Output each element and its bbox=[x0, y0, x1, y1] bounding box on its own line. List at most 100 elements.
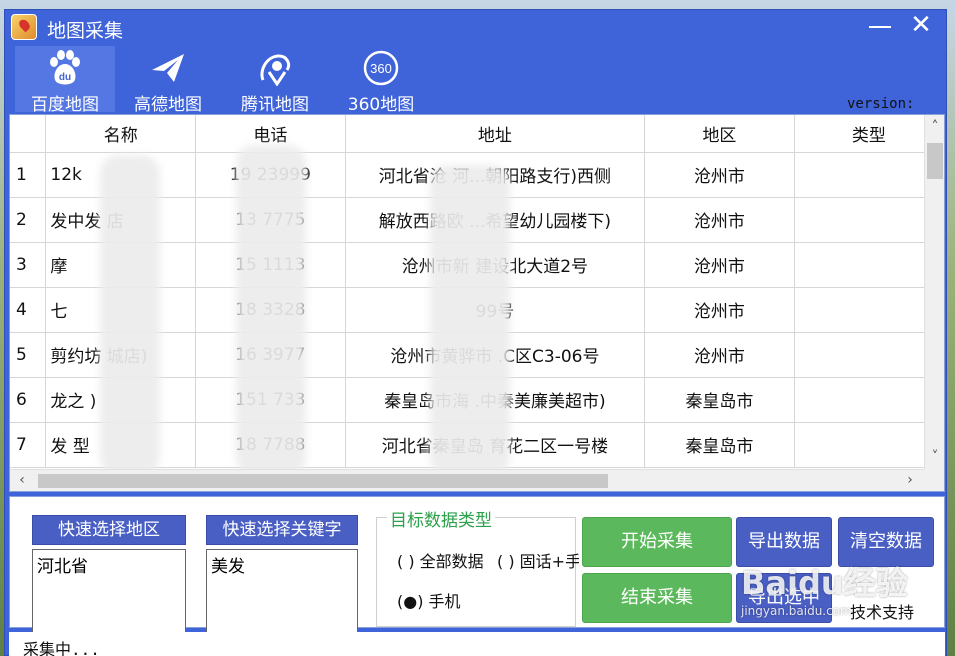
cell-name[interactable]: 龙之 ) bbox=[45, 377, 197, 423]
keyword-listbox[interactable]: 美发 bbox=[206, 549, 358, 637]
cell-type[interactable] bbox=[794, 197, 944, 243]
cell-address[interactable]: 秦皇岛市海 .中秦美廉美超市) bbox=[345, 377, 646, 423]
row-number[interactable]: 5 bbox=[10, 332, 47, 378]
cell-address[interactable]: 解放西路欧 ...希望幼儿园楼下) bbox=[345, 197, 646, 243]
minimize-button[interactable] bbox=[865, 14, 893, 38]
row-number[interactable]: 4 bbox=[10, 287, 47, 333]
results-grid[interactable]: 名称 电话 地址 地区 类型 1 12k 19 23999 河北省沧 河...朝阳路支… bbox=[9, 114, 945, 492]
stop-collect-button[interactable]: 结束采集 bbox=[582, 573, 732, 623]
tab-label: 百度地图 bbox=[31, 95, 99, 115]
cell-address[interactable]: 99号 bbox=[345, 287, 646, 333]
scrollbar-corner bbox=[924, 469, 944, 491]
horizontal-scrollbar[interactable]: ‹ › bbox=[10, 469, 926, 491]
cell-address[interactable]: 沧州市黄骅市 .C区C3-06号 bbox=[345, 332, 646, 378]
column-header-region[interactable]: 地区 bbox=[644, 115, 795, 153]
start-collect-button[interactable]: 开始采集 bbox=[582, 517, 732, 567]
table-row[interactable]: 7发 型 18 7788 河北省秦皇岛 育花二区一号楼 秦皇岛市 bbox=[10, 422, 944, 468]
table-row[interactable]: 4 七 18 3328 99号 沧州市 bbox=[10, 287, 944, 333]
cell-region[interactable]: 秦皇岛市 bbox=[644, 422, 795, 468]
title-bar[interactable]: 地图采集 ✕ bbox=[5, 10, 946, 46]
scroll-up-icon[interactable]: ˄ bbox=[925, 119, 944, 135]
row-number[interactable]: 3 bbox=[10, 242, 47, 288]
data-type-groupbox: 目标数据类型 ( ) 全部数据 ( ) 固话+手 (●) 手机 bbox=[376, 506, 579, 627]
tab-360-map[interactable]: 360 360地图 bbox=[331, 46, 431, 115]
table-row[interactable]: 5 剪约坊 城店) 16 3977 沧州市黄骅市 .C区C3-06号 沧州市 bbox=[10, 332, 944, 378]
control-panel: 快速选择地区 河北省 快速选择关键字 美发 目标数据类型 ( ) 全部数据 ( … bbox=[9, 496, 945, 637]
cell-type[interactable] bbox=[794, 152, 944, 198]
cell-region[interactable]: 秦皇岛市 bbox=[644, 377, 795, 423]
cell-name[interactable]: 剪约坊 城店) bbox=[45, 332, 197, 378]
cell-address[interactable]: 沧州市新 建设北大道2号 bbox=[345, 242, 646, 288]
vertical-scroll-thumb[interactable] bbox=[927, 143, 943, 179]
export-selected-button[interactable]: 导出选中 bbox=[736, 573, 832, 623]
status-bar: 采集中... bbox=[9, 632, 945, 656]
table-row[interactable]: 2 发中发 店 13 7775 解放西路欧 ...希望幼儿园楼下) 沧州市 bbox=[10, 197, 944, 243]
tab-tencent-map[interactable]: 腾讯地图 bbox=[225, 46, 325, 115]
radio-mobile-label: 手机 bbox=[428, 592, 461, 611]
close-button[interactable]: ✕ bbox=[907, 12, 935, 38]
tencent-pin-icon bbox=[260, 54, 291, 86]
cell-phone[interactable]: 151 733 bbox=[195, 377, 346, 423]
radio-landline-mobile[interactable]: ( ) 固话+手 bbox=[497, 548, 579, 572]
scroll-right-icon[interactable]: › bbox=[900, 472, 920, 488]
quick-select-keyword-button[interactable]: 快速选择关键字 bbox=[206, 515, 358, 545]
cell-address[interactable]: 河北省秦皇岛 育花二区一号楼 bbox=[345, 422, 646, 468]
tab-gaode-map[interactable]: 高德地图 bbox=[118, 46, 218, 115]
row-number[interactable]: 2 bbox=[10, 197, 47, 243]
radio-mobile-only[interactable]: (●) 手机 bbox=[397, 588, 517, 612]
results-table: 名称 电话 地址 地区 类型 1 12k 19 23999 河北省沧 河...朝阳路支… bbox=[10, 115, 944, 468]
360-text: 360 bbox=[370, 61, 392, 76]
vertical-scrollbar[interactable]: ˄ ˅ bbox=[924, 115, 944, 470]
corner-header bbox=[10, 115, 47, 153]
360-circle-icon: 360 bbox=[363, 50, 399, 86]
cell-address[interactable]: 河北省沧 河...朝阳路支行)西侧 bbox=[345, 152, 646, 198]
cell-name[interactable]: 摩 bbox=[45, 242, 197, 288]
cell-type[interactable] bbox=[794, 377, 944, 423]
row-number[interactable]: 6 bbox=[10, 377, 47, 423]
row-number[interactable]: 1 bbox=[10, 152, 47, 198]
scroll-down-icon[interactable]: ˅ bbox=[925, 449, 944, 465]
horizontal-scroll-thumb[interactable] bbox=[38, 474, 608, 488]
cell-name[interactable]: 发 型 bbox=[45, 422, 197, 468]
paper-plane-icon bbox=[152, 54, 184, 82]
table-row[interactable]: 3 摩 15 1113 沧州市新 建设北大道2号 沧州市 bbox=[10, 242, 944, 288]
cell-region[interactable]: 沧州市 bbox=[644, 287, 795, 333]
radio-all-data[interactable]: ( ) 全部数据 bbox=[397, 548, 507, 572]
cell-region[interactable]: 沧州市 bbox=[644, 332, 795, 378]
cell-region[interactable]: 沧州市 bbox=[644, 242, 795, 288]
cell-type[interactable] bbox=[794, 332, 944, 378]
cell-phone[interactable]: 19 23999 bbox=[195, 152, 346, 198]
column-header-name[interactable]: 名称 bbox=[45, 115, 197, 153]
app-window: 地图采集 ✕ du 百度地图 高德地图 腾讯地图 360 360地图 versi… bbox=[4, 9, 947, 656]
list-item[interactable]: 美发 bbox=[211, 552, 353, 577]
baidu-paw-icon: du bbox=[50, 50, 80, 85]
scroll-left-icon[interactable]: ‹ bbox=[12, 472, 32, 488]
table-row[interactable]: 6 龙之 ) 151 733 秦皇岛市海 .中秦美廉美超市) 秦皇岛市 bbox=[10, 377, 944, 423]
tab-baidu-map[interactable]: du 百度地图 bbox=[15, 46, 115, 115]
cell-type[interactable] bbox=[794, 287, 944, 333]
cell-type[interactable] bbox=[794, 242, 944, 288]
cell-phone[interactable]: 18 7788 bbox=[195, 422, 346, 468]
list-item[interactable]: 河北省 bbox=[37, 552, 181, 577]
row-number[interactable]: 7 bbox=[10, 422, 47, 468]
cell-name[interactable]: 发中发 店 bbox=[45, 197, 197, 243]
cell-phone[interactable]: 18 3328 bbox=[195, 287, 346, 333]
column-header-phone[interactable]: 电话 bbox=[195, 115, 346, 153]
quick-select-region-button[interactable]: 快速选择地区 bbox=[32, 515, 186, 545]
cell-phone[interactable]: 16 3977 bbox=[195, 332, 346, 378]
cell-name[interactable]: 12k bbox=[45, 152, 197, 198]
table-header-row: 名称 电话 地址 地区 类型 bbox=[10, 115, 944, 153]
cell-region[interactable]: 沧州市 bbox=[644, 197, 795, 243]
cell-phone[interactable]: 13 7775 bbox=[195, 197, 346, 243]
column-header-type[interactable]: 类型 bbox=[794, 115, 944, 153]
export-data-button[interactable]: 导出数据 bbox=[736, 517, 832, 567]
column-header-address[interactable]: 地址 bbox=[345, 115, 646, 153]
cell-name[interactable]: 七 bbox=[45, 287, 197, 333]
cell-phone[interactable]: 15 1113 bbox=[195, 242, 346, 288]
version-label: version: bbox=[847, 96, 915, 112]
region-listbox[interactable]: 河北省 bbox=[32, 549, 186, 637]
clear-data-button[interactable]: 清空数据 bbox=[838, 517, 934, 567]
cell-region[interactable]: 沧州市 bbox=[644, 152, 795, 198]
table-row[interactable]: 1 12k 19 23999 河北省沧 河...朝阳路支行)西侧 沧州市 bbox=[10, 152, 944, 198]
cell-type[interactable] bbox=[794, 422, 944, 468]
